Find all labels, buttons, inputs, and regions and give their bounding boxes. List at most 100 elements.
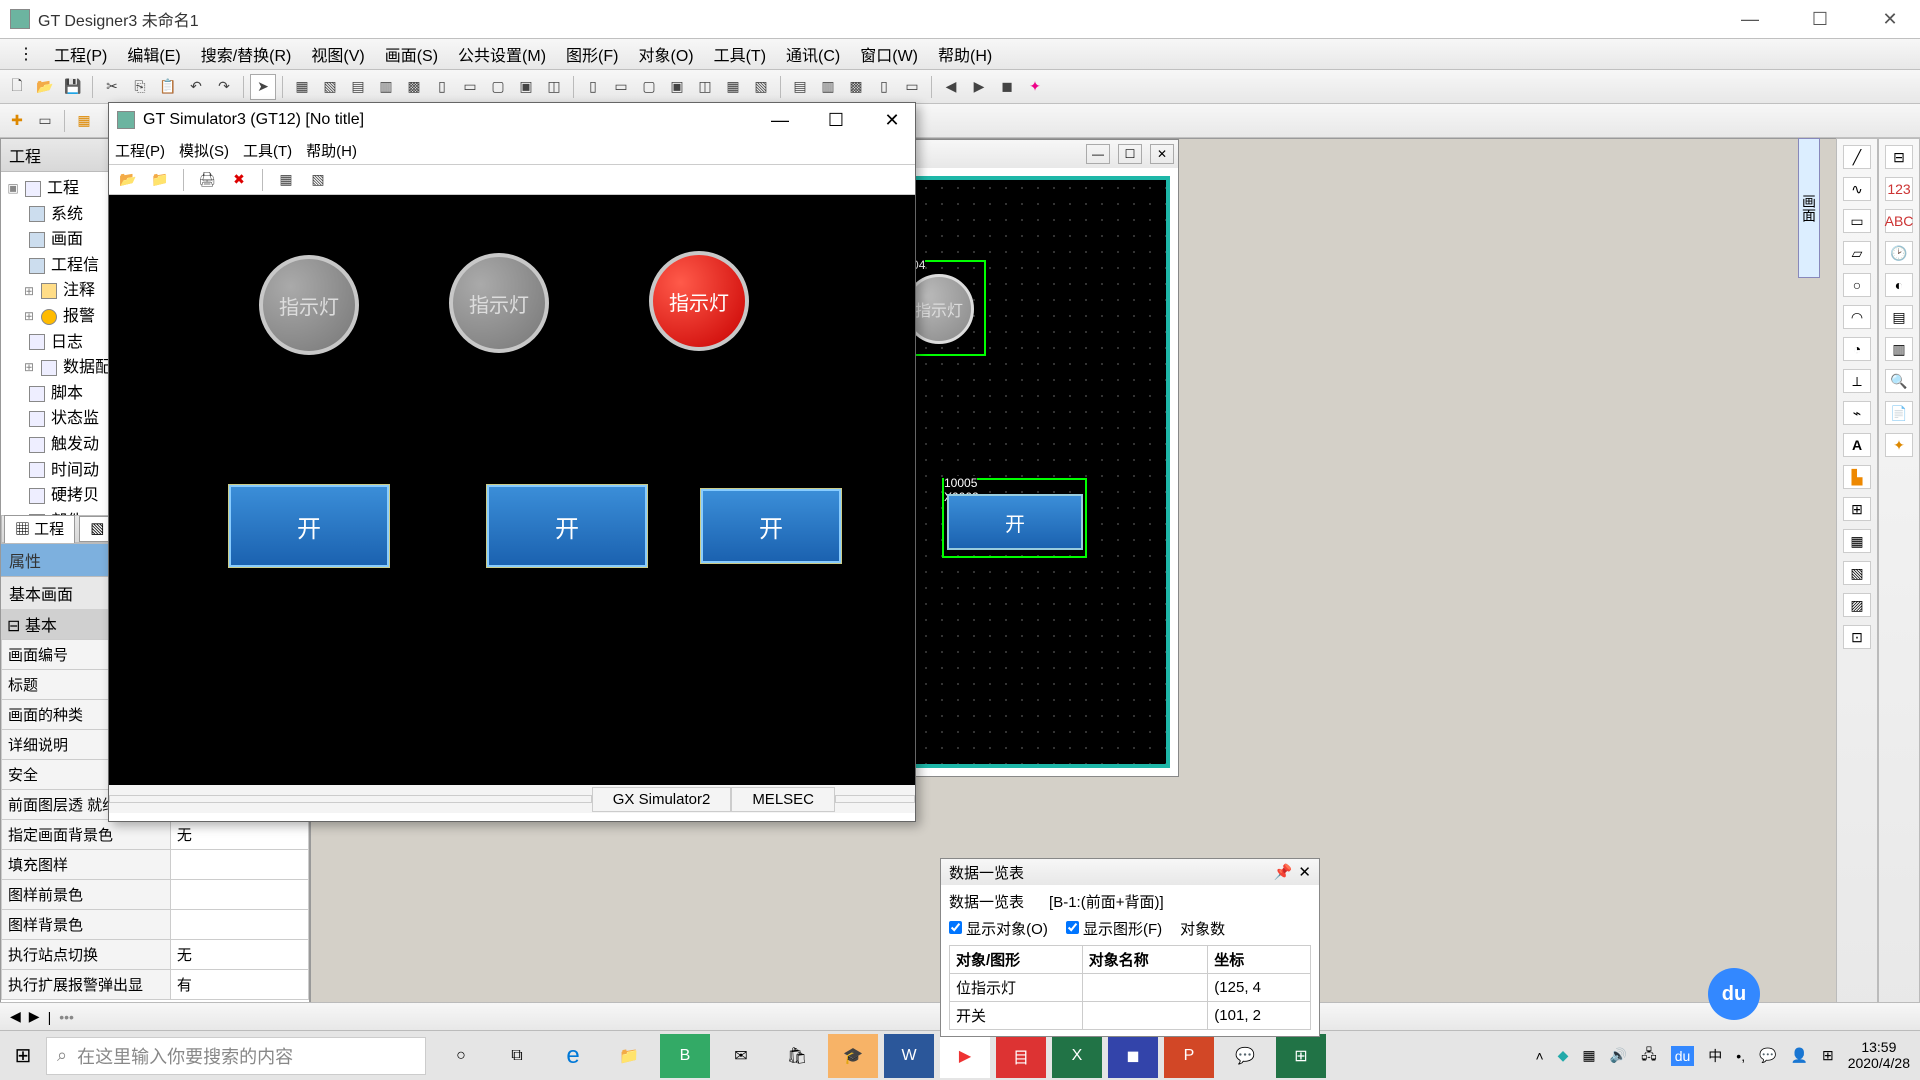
menu-figure[interactable]: 图形(F) xyxy=(556,42,628,66)
taskview-icon[interactable]: ⧉ xyxy=(492,1034,542,1078)
col-header[interactable]: 坐标 xyxy=(1208,946,1311,974)
add-icon[interactable]: ✚ xyxy=(4,108,30,134)
tray-icon[interactable]: du xyxy=(1671,1046,1695,1066)
tool-icon[interactable]: ▧ xyxy=(317,74,343,100)
edge-icon[interactable]: e xyxy=(548,1034,598,1078)
menu-tools[interactable]: 工具(T) xyxy=(704,42,776,66)
pin-icon[interactable]: 📌 xyxy=(1274,863,1293,881)
tool-icon[interactable]: ▤ xyxy=(1885,305,1913,329)
prop-val[interactable]: 无 xyxy=(170,940,308,970)
table-cell[interactable] xyxy=(1082,974,1208,1002)
tool-icon[interactable]: ▦ xyxy=(289,74,315,100)
app-icon[interactable]: ◼ xyxy=(1108,1034,1158,1078)
menu-comm[interactable]: 通讯(C) xyxy=(776,42,850,66)
tree-item[interactable]: 脚本 xyxy=(51,381,83,407)
tree-item[interactable]: 数据配 xyxy=(63,355,111,381)
tool-icon[interactable]: ▥ xyxy=(373,74,399,100)
tool-icon[interactable]: ⊟ xyxy=(1885,145,1913,169)
app-icon[interactable]: 🎓 xyxy=(828,1034,878,1078)
tool-icon[interactable]: ▧ xyxy=(1843,561,1871,585)
new-icon[interactable]: 🗋 xyxy=(4,74,30,100)
tool-icon[interactable]: ▭ xyxy=(457,74,483,100)
polygon-icon[interactable]: ▱ xyxy=(1843,241,1871,265)
sim-lamp-3[interactable]: 指示灯 xyxy=(649,251,749,351)
taskbar-search[interactable]: ⌕ 在这里输入你要搜索的内容 xyxy=(46,1037,426,1075)
store-icon[interactable]: 🛍 xyxy=(772,1034,822,1078)
tool-icon[interactable]: ▤ xyxy=(787,74,813,100)
sim-tool-icon[interactable]: 🖨 xyxy=(194,167,220,193)
table-cell[interactable]: 开关 xyxy=(950,1002,1083,1030)
sim-switch-1[interactable]: 开 xyxy=(229,485,389,567)
tree-item[interactable]: 状态监 xyxy=(51,406,99,432)
col-header[interactable]: 对象/图形 xyxy=(950,946,1083,974)
prop-val[interactable]: 无 xyxy=(170,820,308,850)
tool-icon[interactable]: ▯ xyxy=(580,74,606,100)
rect-icon[interactable]: ▭ xyxy=(1843,209,1871,233)
minimize-button[interactable]: — xyxy=(1730,9,1770,30)
tab-project[interactable]: ▦ 工程 xyxy=(4,515,75,544)
sim-lamp-1[interactable]: 指示灯 xyxy=(259,255,359,355)
cut-icon[interactable]: ✂ xyxy=(99,74,125,100)
menu-project[interactable]: 工程(P) xyxy=(44,42,117,66)
excel-icon[interactable]: X xyxy=(1052,1034,1102,1078)
menu-screen[interactable]: 画面(S) xyxy=(375,42,448,66)
menu-view[interactable]: 视图(V) xyxy=(301,42,374,66)
word-icon[interactable]: W xyxy=(884,1034,934,1078)
sim-stop-icon[interactable]: ✖ xyxy=(226,167,252,193)
tool-icon[interactable]: ▶ xyxy=(966,74,992,100)
sim-lamp-2[interactable]: 指示灯 xyxy=(449,253,549,353)
text-icon[interactable]: A xyxy=(1843,433,1871,457)
copy-icon[interactable]: ⎘ xyxy=(127,74,153,100)
app-icon[interactable]: ⊞ xyxy=(1276,1034,1326,1078)
sim-minimize[interactable]: — xyxy=(765,110,795,131)
tool-icon[interactable]: ▩ xyxy=(843,74,869,100)
wechat-icon[interactable]: 💬 xyxy=(1220,1034,1270,1078)
sim-tool-icon[interactable]: 📂 xyxy=(115,167,141,193)
table-cell[interactable]: (101, 2 xyxy=(1208,1002,1311,1030)
pointer-icon[interactable]: ➤ xyxy=(250,74,276,100)
vertical-tab-screen[interactable]: 画面 xyxy=(1798,138,1820,278)
tray-icon[interactable]: •, xyxy=(1736,1048,1745,1064)
polyline-icon[interactable]: ∿ xyxy=(1843,177,1871,201)
tree-item[interactable]: 时间动 xyxy=(51,458,99,484)
tool-icon[interactable]: 📄 xyxy=(1885,401,1913,425)
table-cell[interactable]: (125, 4 xyxy=(1208,974,1311,1002)
tree-item[interactable]: 日志 xyxy=(51,330,83,356)
redo-icon[interactable]: ↷ xyxy=(211,74,237,100)
menu-edit[interactable]: 编辑(E) xyxy=(117,42,190,66)
tool-icon[interactable]: ▦ xyxy=(1843,529,1871,553)
tree-item[interactable]: 系统 xyxy=(51,202,83,228)
sim-maximize[interactable]: ☐ xyxy=(821,110,851,131)
menu-search[interactable]: 搜索/替换(R) xyxy=(191,42,302,66)
tray-icon[interactable]: 💬 xyxy=(1759,1047,1776,1064)
fill-icon[interactable]: ▙ xyxy=(1843,465,1871,489)
tool-icon[interactable]: ◫ xyxy=(541,74,567,100)
sim-tool-icon[interactable]: 📁 xyxy=(147,167,173,193)
tree-root[interactable]: 工程 xyxy=(47,176,79,202)
switch-rect[interactable]: 开 xyxy=(947,494,1083,550)
tool-icon[interactable]: ▦ xyxy=(71,108,97,134)
tool-icon[interactable]: ▤ xyxy=(345,74,371,100)
col-header[interactable]: 对象名称 xyxy=(1082,946,1208,974)
menu-window[interactable]: 窗口(W) xyxy=(850,42,928,66)
tray-icon[interactable]: ▦ xyxy=(1582,1047,1595,1064)
tray-volume-icon[interactable]: 🔊 xyxy=(1610,1047,1627,1064)
switch-object-selection[interactable]: 10005 X0002 开 xyxy=(942,478,1087,558)
sim-menu-project[interactable]: 工程(P) xyxy=(115,140,165,161)
prop-val[interactable]: 有 xyxy=(170,970,308,1000)
tree-item[interactable]: 触发动 xyxy=(51,432,99,458)
menu-help[interactable]: 帮助(H) xyxy=(928,42,1002,66)
tool-icon[interactable]: ◐ xyxy=(1885,273,1913,297)
sim-menu-simulate[interactable]: 模拟(S) xyxy=(179,140,229,161)
app-icon[interactable]: B xyxy=(660,1034,710,1078)
sim-close[interactable]: ✕ xyxy=(877,110,907,131)
sim-menu-help[interactable]: 帮助(H) xyxy=(306,140,357,161)
tool-icon[interactable]: ▭ xyxy=(32,108,58,134)
tray-clock[interactable]: 13:59 2020/4/28 xyxy=(1848,1040,1910,1071)
tree-item[interactable]: 报警 xyxy=(63,304,95,330)
tool-icon[interactable]: ▯ xyxy=(871,74,897,100)
table-cell[interactable] xyxy=(1082,1002,1208,1030)
tool-icon[interactable]: ⊞ xyxy=(1843,497,1871,521)
tool-icon[interactable]: ◼ xyxy=(994,74,1020,100)
tool-icon[interactable]: ⊡ xyxy=(1843,625,1871,649)
